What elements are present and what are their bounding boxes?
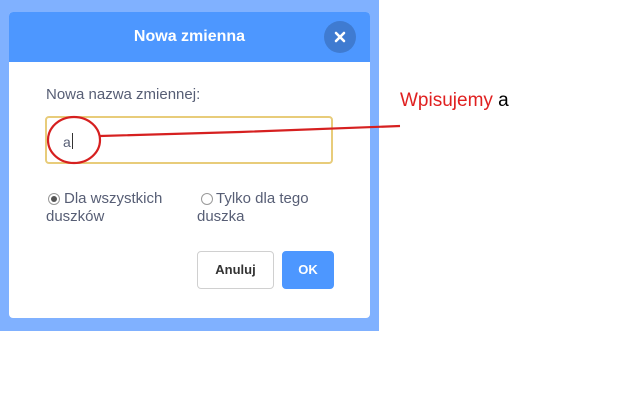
annotation-line [99, 124, 401, 138]
annotation-overlay [46, 115, 401, 165]
annotation-plain: a [492, 90, 509, 111]
annotation-highlight: Wpisujemy [400, 90, 493, 111]
annotation-text: Wpisujemy a [400, 90, 509, 112]
annotation-circle [46, 115, 102, 165]
